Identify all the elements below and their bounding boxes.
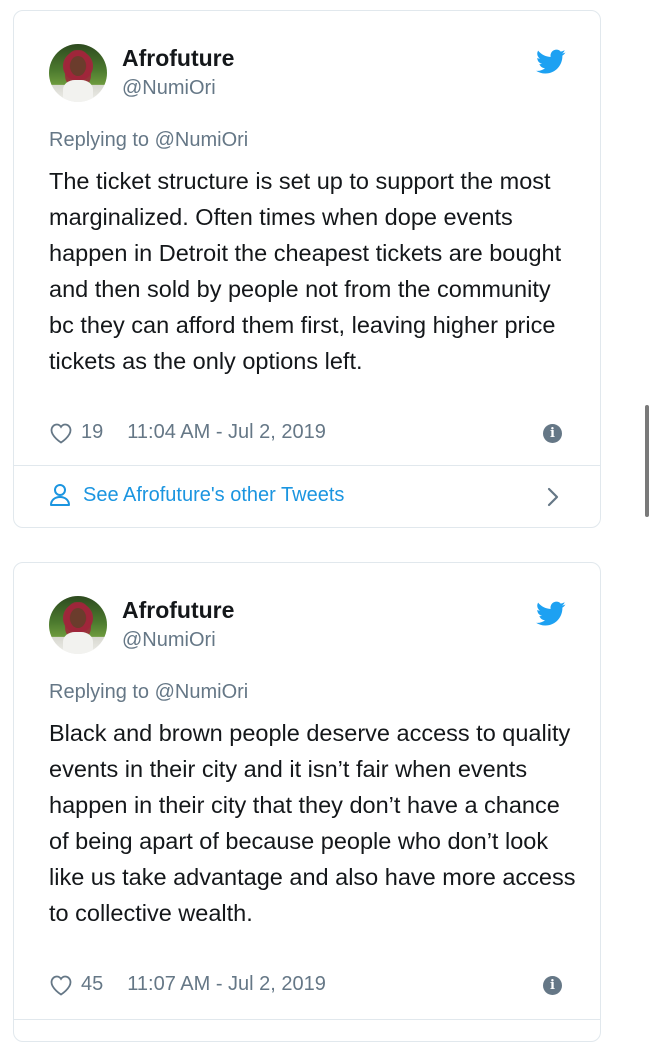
divider — [14, 1019, 600, 1020]
like-count[interactable]: 19 — [81, 421, 103, 444]
tweet-timestamp[interactable]: 11:07 AM - Jul 2, 2019 — [127, 973, 326, 996]
display-name[interactable]: Afrofuture — [122, 597, 234, 624]
info-icon[interactable]: i — [543, 424, 562, 443]
tweet-timestamp[interactable]: 11:04 AM - Jul 2, 2019 — [127, 421, 326, 444]
tweet-text: The ticket structure is set up to suppor… — [49, 168, 562, 374]
replying-to[interactable]: Replying to @NumiOri — [49, 129, 248, 152]
info-icon[interactable]: i — [543, 976, 562, 995]
heart-icon[interactable] — [49, 422, 73, 444]
twitter-bird-icon[interactable] — [536, 601, 566, 627]
tweet-card[interactable]: Afrofuture @NumiOri Replying to @NumiOri… — [13, 562, 601, 1042]
person-icon — [50, 484, 70, 506]
user-handle[interactable]: @NumiOri — [122, 629, 216, 652]
scrollbar[interactable] — [645, 405, 649, 517]
tweet-meta: 19 11:04 AM - Jul 2, 2019 — [49, 421, 326, 444]
display-name[interactable]: Afrofuture — [122, 45, 234, 72]
avatar[interactable] — [49, 44, 107, 102]
heart-icon[interactable] — [49, 974, 73, 996]
like-count[interactable]: 45 — [81, 973, 103, 996]
tweet-card[interactable]: Afrofuture @NumiOri Replying to @NumiOri… — [13, 10, 601, 528]
tweet-meta: 45 11:07 AM - Jul 2, 2019 — [49, 973, 326, 996]
see-other-tweets-link[interactable]: See Afrofuture's other Tweets — [49, 483, 344, 507]
replying-to[interactable]: Replying to @NumiOri — [49, 681, 248, 704]
chevron-right-icon[interactable] — [546, 486, 560, 508]
twitter-bird-icon[interactable] — [536, 49, 566, 75]
avatar[interactable] — [49, 596, 107, 654]
see-other-tweets-label[interactable]: See Afrofuture's other Tweets — [83, 484, 344, 507]
tweet-text: Black and brown people deserve access to… — [49, 720, 576, 926]
divider — [14, 465, 600, 466]
user-handle[interactable]: @NumiOri — [122, 77, 216, 100]
